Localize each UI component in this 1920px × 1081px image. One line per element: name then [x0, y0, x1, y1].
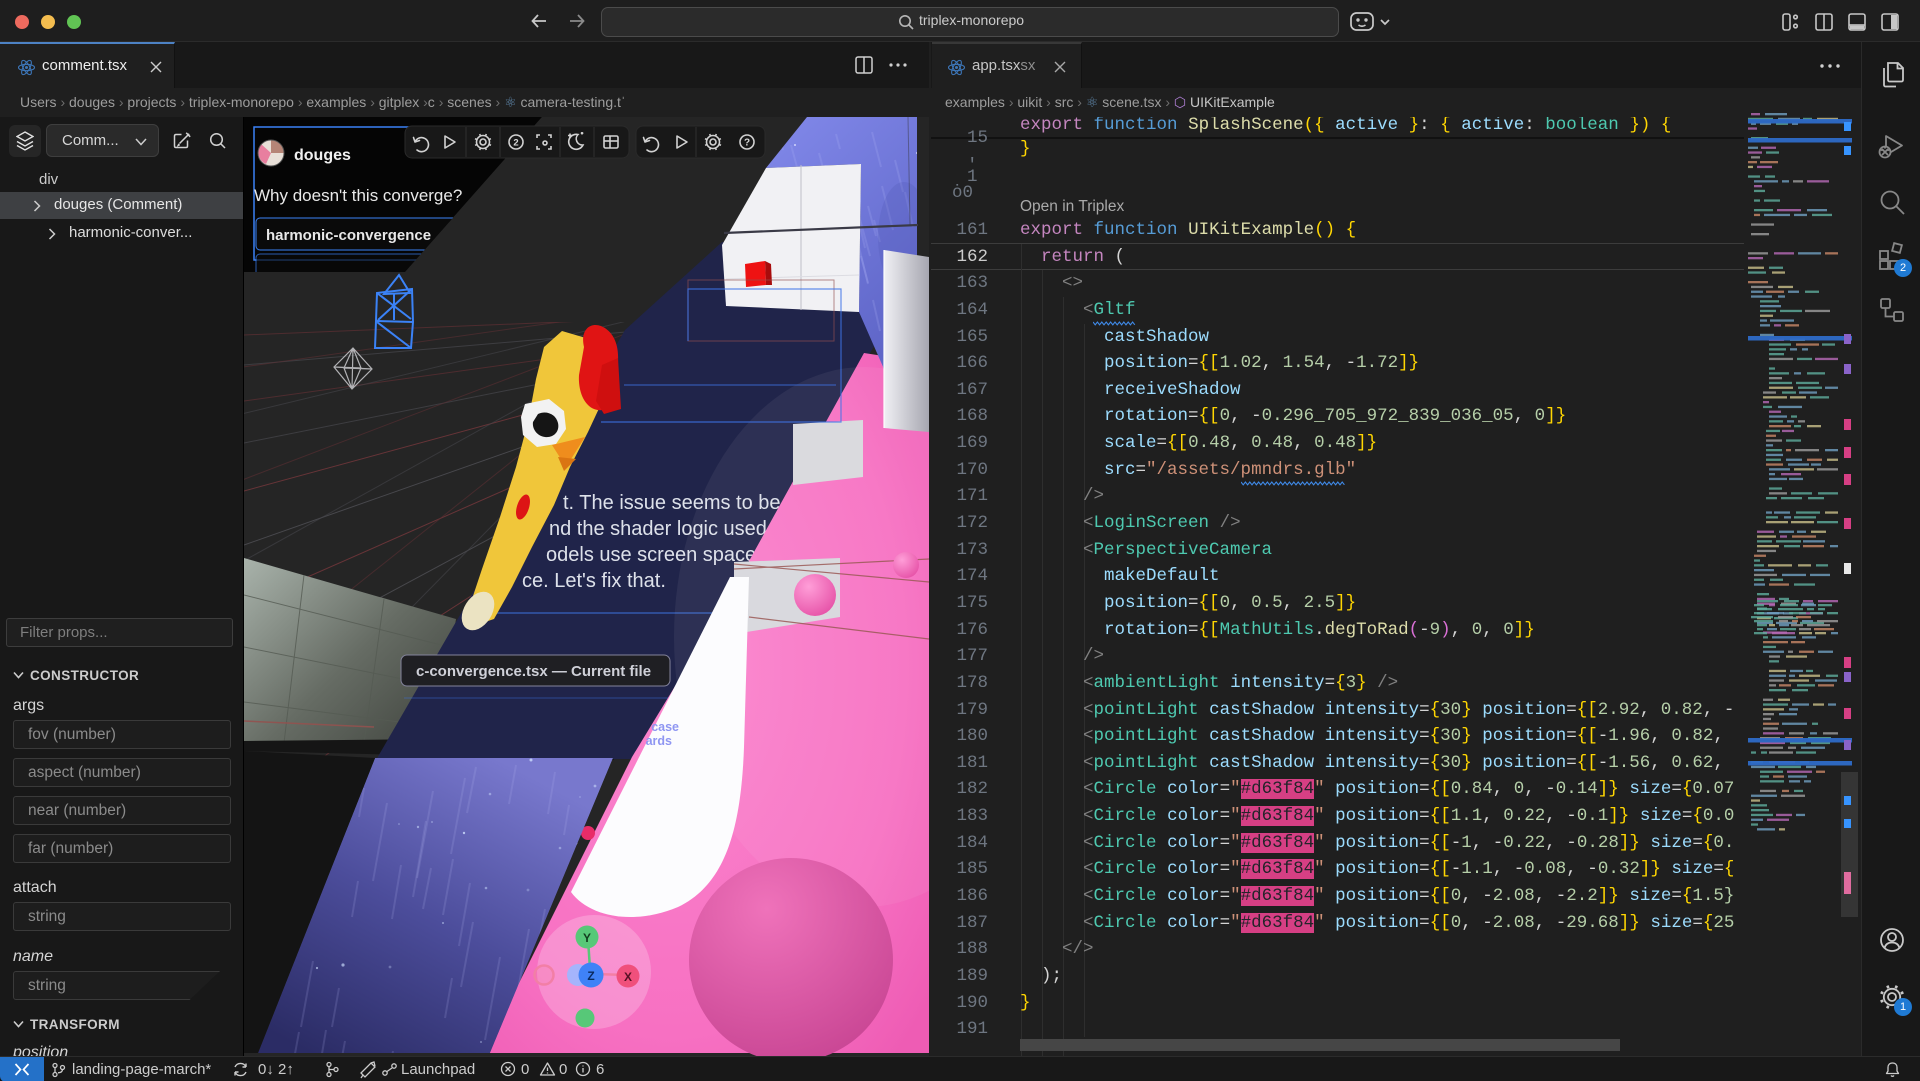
- svg-text:douges: douges: [294, 147, 351, 164]
- svg-text:2: 2: [513, 138, 518, 149]
- svg-text:X: X: [624, 970, 632, 984]
- svg-text:case: case: [651, 720, 679, 734]
- svg-text:ce. Let's fix that.: ce. Let's fix that.: [522, 570, 666, 592]
- svg-text:Why doesn't this converge?: Why doesn't this converge?: [254, 186, 462, 205]
- svg-text:Z: Z: [587, 969, 594, 983]
- svg-text:?: ?: [744, 138, 750, 149]
- svg-text:c-convergence.tsx — Current fi: c-convergence.tsx — Current file: [416, 663, 651, 680]
- svg-text:ards: ards: [646, 734, 672, 748]
- svg-text:harmonic-convergence: harmonic-convergence: [266, 227, 431, 244]
- svg-text:Y: Y: [583, 931, 591, 945]
